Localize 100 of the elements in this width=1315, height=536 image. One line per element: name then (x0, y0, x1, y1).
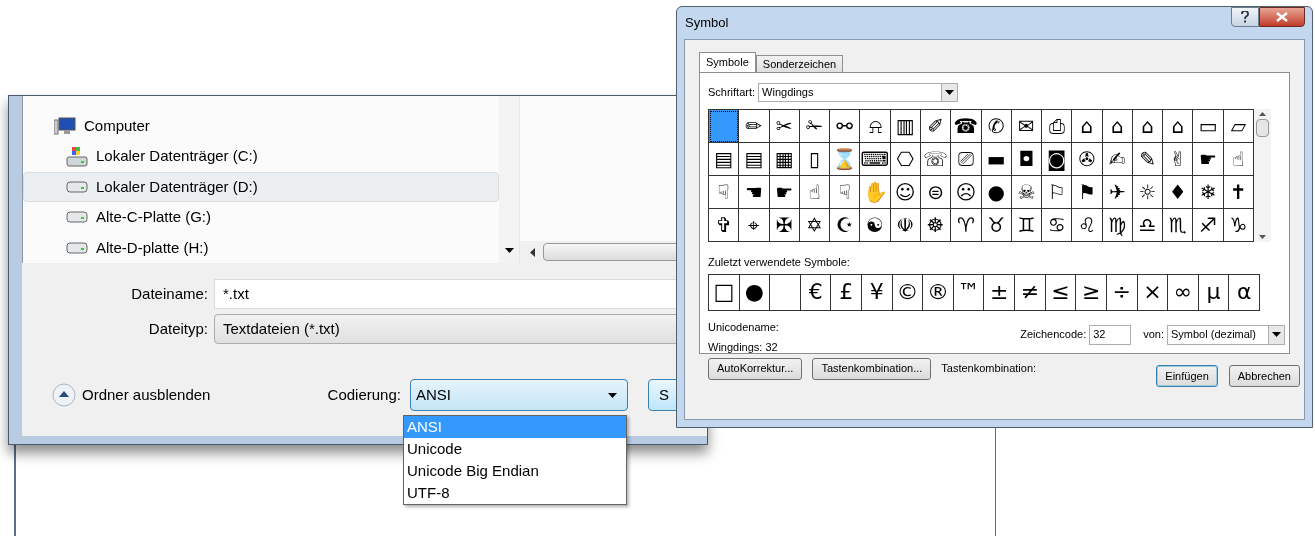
symbol-cell[interactable]: ⎔ (890, 143, 921, 176)
symbol-cell[interactable]: ♊ (1011, 209, 1043, 242)
symbol-cell[interactable]: ☸ (920, 209, 952, 242)
symbol-cell[interactable]: ⌂ (1102, 110, 1133, 143)
symbol-cell[interactable]: ✌ (1163, 143, 1194, 176)
symbol-cell[interactable]: € (800, 274, 832, 311)
symbol-cell[interactable]: ☛ (1193, 143, 1224, 176)
symbol-cell[interactable]: ♑ (1223, 209, 1254, 242)
symbol-cell[interactable]: ● (739, 274, 771, 311)
char-code-field[interactable]: 32 (1089, 324, 1132, 345)
symbol-cell[interactable]: ☎ (951, 110, 982, 143)
symbol-cell[interactable]: ♦ (1163, 176, 1194, 209)
symbol-cell[interactable]: ✁ (799, 110, 831, 143)
encoding-option[interactable]: Unicode (404, 438, 626, 460)
symbol-cell[interactable]: ☹ (951, 176, 982, 209)
help-button[interactable] (1231, 7, 1259, 27)
symbol-cell[interactable]: ☠ (1011, 176, 1043, 209)
symbol-cell[interactable]: ☼ (1132, 176, 1164, 209)
symbol-cell[interactable]: ✞ (709, 209, 740, 242)
symbol-cell[interactable]: ▭ (1193, 110, 1224, 143)
symbol-cell[interactable]: ≠ (1015, 274, 1046, 311)
symbol-cell[interactable]: ◘ (1011, 143, 1043, 176)
vertical-scrollbar[interactable] (1254, 109, 1271, 242)
symbol-cell[interactable]: × (1137, 274, 1169, 311)
symbol-cell[interactable]: ♉ (981, 209, 1012, 242)
symbol-cell[interactable]: ✉ (1011, 110, 1043, 143)
symbol-cell[interactable]: ✈ (1102, 176, 1133, 209)
symbol-cell[interactable]: ☝ (1223, 143, 1254, 176)
symbol-cell[interactable]: ✐ (920, 110, 952, 143)
symbol-cell[interactable]: ⌂ (1132, 110, 1164, 143)
tree-item[interactable]: Lokaler Datenträger (D:) (23, 171, 499, 203)
cancel-button[interactable]: Abbrechen (1228, 365, 1300, 387)
tree-item[interactable]: Alte-D-platte (H:) (23, 232, 499, 264)
symbol-cell[interactable]: ♍ (1102, 209, 1133, 242)
symbol-cell[interactable]: □ (709, 274, 740, 311)
symbol-cell[interactable]: ▤ (709, 143, 740, 176)
tree-item[interactable]: Alte-C-Platte (G:) (23, 202, 499, 233)
symbol-cell[interactable]: © (892, 274, 924, 311)
symbol-cell[interactable]: ∞ (1168, 274, 1199, 311)
close-button[interactable] (1259, 7, 1305, 27)
symbol-cell[interactable]: ✡ (799, 209, 831, 242)
symbol-cell[interactable]: ✠ (769, 209, 800, 242)
symbol-cell[interactable]: ☟ (830, 176, 861, 209)
symbol-cell[interactable]: ✂ (769, 110, 800, 143)
hide-folders-link[interactable]: Ordner ausblenden (22, 383, 302, 407)
symbol-cell[interactable]: ☟ (709, 176, 740, 209)
symbol-cell[interactable] (770, 274, 801, 311)
symbol-cell[interactable]: ✆ (981, 110, 1012, 143)
symbol-cell[interactable] (709, 110, 740, 143)
symbol-cell[interactable]: ☺ (890, 176, 921, 209)
encoding-dropdown[interactable]: ANSI (410, 379, 628, 411)
symbol-cell[interactable]: ≤ (1045, 274, 1077, 311)
symbol-cell[interactable]: ▤ (739, 143, 770, 176)
symbol-cell[interactable]: ± (984, 274, 1016, 311)
symbol-cell[interactable]: ¥ (862, 274, 893, 311)
symbol-cell[interactable]: ❄ (1193, 176, 1224, 209)
symbol-cell[interactable]: ÷ (1106, 274, 1138, 311)
tree-item[interactable]: Lokaler Datenträger (C:) (23, 141, 499, 172)
symbol-cell[interactable]: ✇ (1072, 143, 1103, 176)
symbol-cell[interactable]: ✏ (739, 110, 770, 143)
symbol-cell[interactable]: ✝ (1223, 176, 1254, 209)
symbol-cell[interactable]: ⏥ (1223, 110, 1254, 143)
symbol-cell[interactable]: μ (1198, 274, 1230, 311)
symbol-cell[interactable]: ● (981, 176, 1012, 209)
symbol-cell[interactable]: ☪ (830, 209, 861, 242)
symbol-cell[interactable]: ♋ (1042, 209, 1073, 242)
symbol-cell[interactable]: ◙ (1042, 143, 1073, 176)
symbol-cell[interactable]: ♈ (951, 209, 982, 242)
symbol-cell[interactable]: ▦ (769, 143, 800, 176)
symbol-cell[interactable]: ☫ (890, 209, 921, 242)
symbol-cell[interactable]: ♌ (1072, 209, 1103, 242)
symbol-cell[interactable]: ▬ (981, 143, 1012, 176)
encoding-option[interactable]: UTF-8 (404, 482, 626, 504)
symbol-cell[interactable]: ✎ (1132, 143, 1164, 176)
symbol-cell[interactable]: ☝ (799, 176, 831, 209)
symbol-cell[interactable]: ≥ (1076, 274, 1107, 311)
symbol-cell[interactable]: ⚐ (1042, 176, 1073, 209)
symbol-cell[interactable]: ⌖ (739, 209, 770, 242)
dialog-button[interactable]: AutoKorrektur... (708, 357, 803, 380)
vertical-scrollbar[interactable] (499, 96, 519, 263)
symbol-cell[interactable]: α (1229, 274, 1260, 311)
symbol-cell[interactable]: ▥ (890, 110, 921, 143)
symbol-cell[interactable]: ⌨ (860, 143, 891, 176)
symbol-cell[interactable]: ♎ (1132, 209, 1164, 242)
symbol-cell[interactable]: ⎚ (951, 143, 982, 176)
symbol-cell[interactable]: £ (831, 274, 863, 311)
insert-button[interactable]: Einfügen (1156, 365, 1218, 387)
symbol-cell[interactable]: ☚ (739, 176, 770, 209)
symbol-cell[interactable]: ▯ (799, 143, 831, 176)
tab[interactable]: Sonderzeichen (755, 55, 844, 72)
symbol-cell[interactable]: ⚑ (1072, 176, 1103, 209)
font-dropdown[interactable]: Wingdings (758, 83, 959, 102)
symbol-cell[interactable]: ♐ (1193, 209, 1224, 242)
symbol-cell[interactable]: ⌂ (1072, 110, 1103, 143)
symbol-cell[interactable]: ☏ (920, 143, 952, 176)
symbol-cell[interactable]: ⊜ (920, 176, 952, 209)
symbol-cell[interactable]: ⚯ (830, 110, 861, 143)
tree-item[interactable]: Computer (23, 111, 499, 142)
dialog-button[interactable]: Tastenkombination... (812, 357, 932, 380)
from-dropdown[interactable]: Symbol (dezimal) (1167, 324, 1285, 345)
